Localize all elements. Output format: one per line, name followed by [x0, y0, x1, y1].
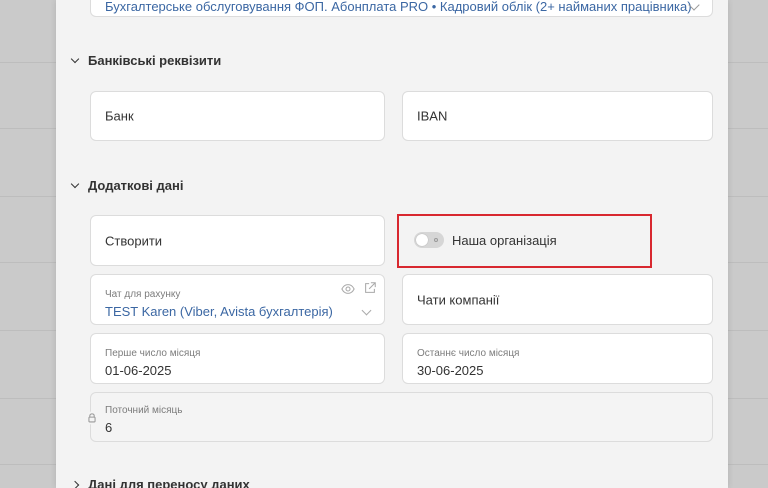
- invoice-chat-label: Чат для рахунку: [105, 289, 181, 300]
- external-link-icon[interactable]: [363, 281, 377, 295]
- create-button-label: Створити: [105, 233, 163, 248]
- current-month-value: 6: [105, 420, 113, 435]
- highlight-box: [397, 214, 652, 268]
- section-transfer-title: Дані для переносу даних: [88, 477, 250, 488]
- first-day-label: Перше число місяця: [105, 348, 201, 359]
- company-chats-label: Чати компанії: [417, 292, 500, 307]
- lock-icon: [85, 411, 99, 425]
- chevron-down-icon: [361, 305, 372, 316]
- eye-icon[interactable]: [341, 282, 355, 296]
- client-form-modal: Бухгалтерське обслуговування ФОП. Абонпл…: [56, 0, 728, 488]
- iban-field-label: IBAN: [417, 108, 448, 124]
- last-day-field[interactable]: Останнє число місяця 30-06-2025: [402, 333, 713, 384]
- service-plan-value: Бухгалтерське обслуговування ФОП. Абонпл…: [105, 0, 692, 14]
- current-month-field: Поточний місяць 6: [85, 392, 713, 442]
- bank-field[interactable]: Банк: [90, 91, 385, 141]
- background-left-panel: [0, 0, 56, 488]
- section-bank-header[interactable]: Банківські реквізити: [70, 53, 222, 68]
- invoice-chat-select[interactable]: Чат для рахунку TEST Karen (Viber, Avist…: [90, 274, 385, 325]
- chevron-down-icon: [70, 54, 80, 63]
- section-extra-header[interactable]: Додаткові дані: [70, 178, 184, 193]
- section-extra-title: Додаткові дані: [88, 178, 184, 193]
- background-right-panel: [728, 0, 768, 488]
- last-day-value: 30-06-2025: [417, 363, 484, 378]
- first-day-field[interactable]: Перше число місяця 01-06-2025: [90, 333, 385, 384]
- current-month-label: Поточний місяць: [105, 405, 183, 416]
- invoice-chat-value: TEST Karen (Viber, Avista бухгалтерія): [105, 304, 333, 319]
- create-button[interactable]: Створити: [90, 215, 385, 266]
- last-day-label: Останнє число місяця: [417, 348, 520, 359]
- company-chats-field[interactable]: Чати компанії: [402, 274, 713, 325]
- section-bank-title: Банківські реквізити: [88, 53, 222, 68]
- chevron-down-icon: [70, 179, 80, 188]
- service-plan-select[interactable]: Бухгалтерське обслуговування ФОП. Абонпл…: [90, 0, 713, 17]
- chevron-right-icon: [70, 480, 80, 488]
- iban-field[interactable]: IBAN: [402, 91, 713, 141]
- first-day-value: 01-06-2025: [105, 363, 172, 378]
- section-transfer-header[interactable]: Дані для переносу даних: [70, 477, 250, 488]
- bank-field-label: Банк: [105, 108, 134, 124]
